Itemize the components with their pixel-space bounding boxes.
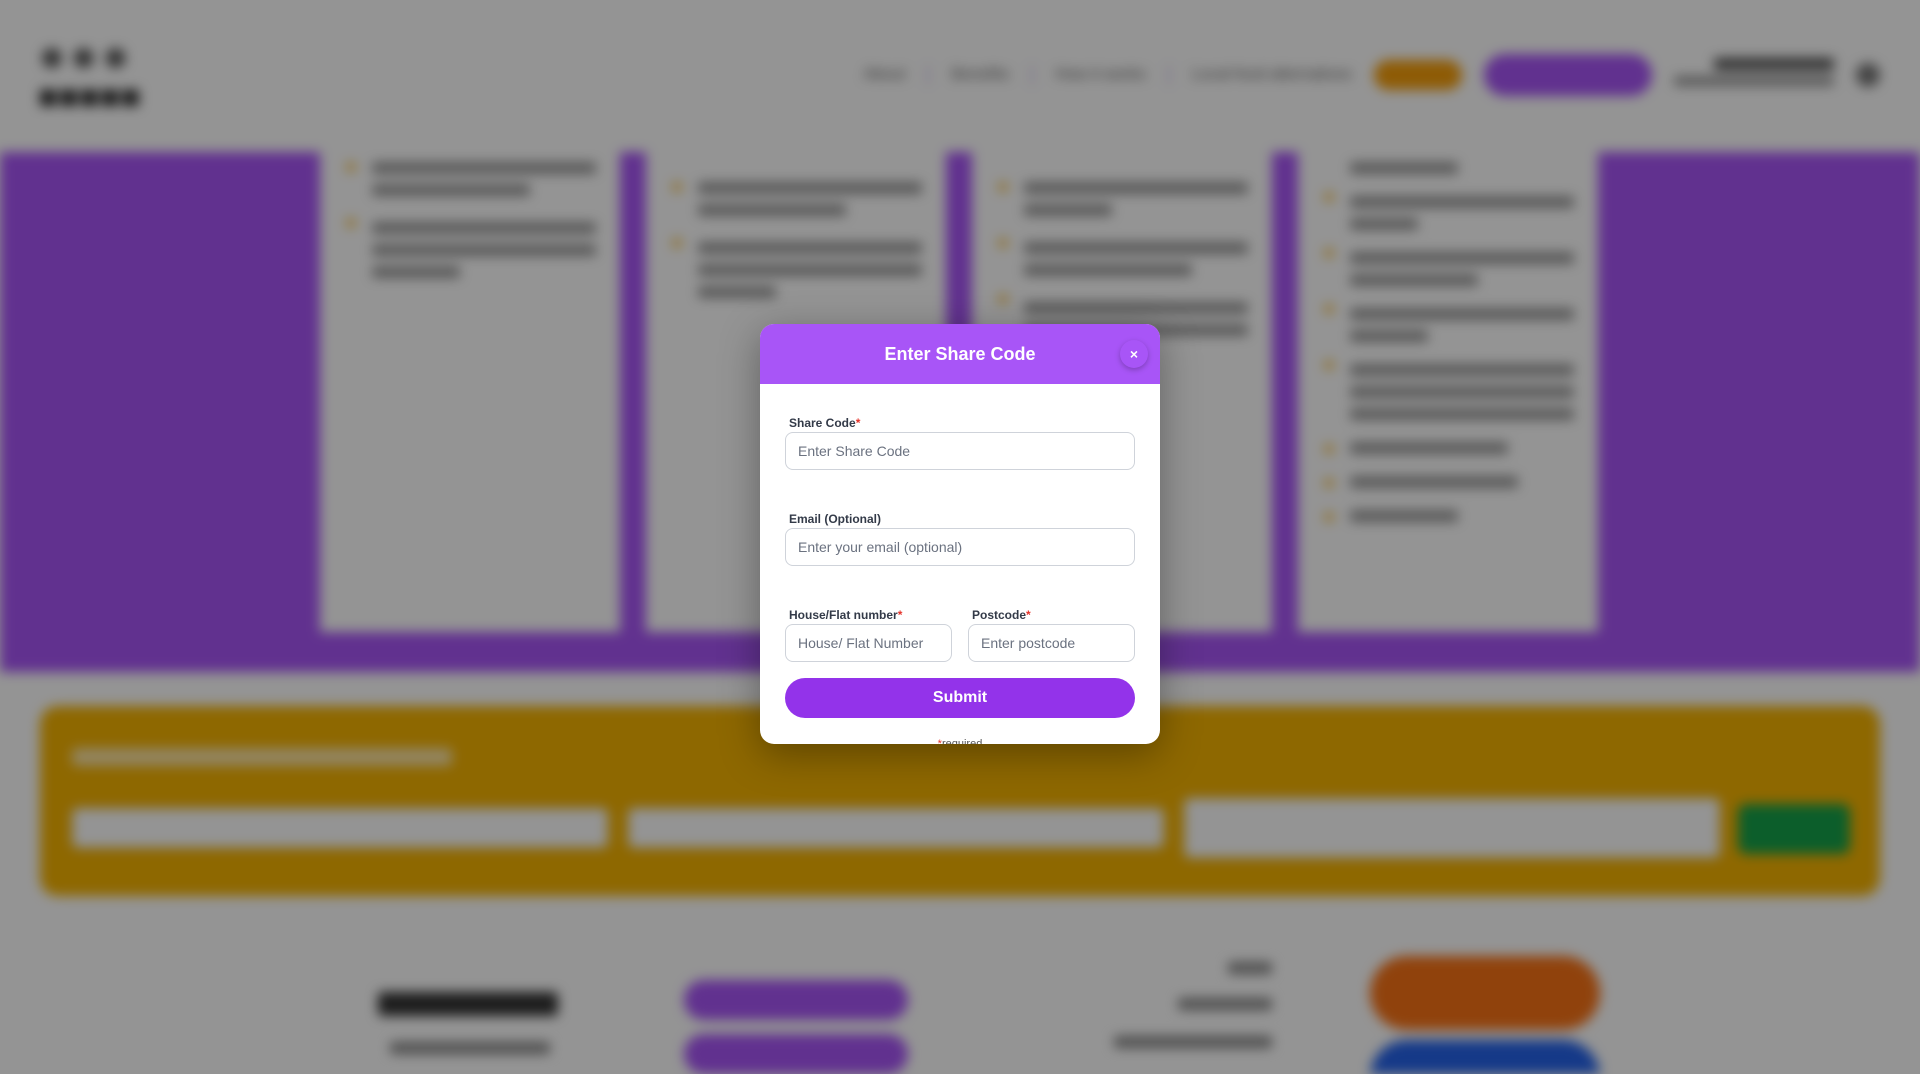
- house-field: House/Flat number*: [785, 606, 952, 662]
- modal-header: Enter Share Code ×: [760, 324, 1160, 384]
- required-note: *required: [937, 738, 983, 744]
- share-code-label: Share Code*: [789, 416, 861, 430]
- modal-form: Share Code* Email (Optional) House/Flat …: [760, 384, 1160, 744]
- postcode-input[interactable]: [968, 624, 1135, 662]
- modal-title: Enter Share Code: [884, 343, 1036, 364]
- address-row: House/Flat number* Postcode*: [785, 566, 1135, 662]
- email-field: Email (Optional): [785, 470, 1135, 566]
- share-code-field: Share Code*: [785, 384, 1135, 470]
- house-input[interactable]: [785, 624, 952, 662]
- close-button[interactable]: ×: [1120, 340, 1148, 368]
- postcode-field: Postcode*: [968, 606, 1135, 662]
- close-icon: ×: [1129, 346, 1139, 362]
- submit-button[interactable]: Submit: [785, 678, 1135, 718]
- postcode-label: Postcode*: [972, 608, 1031, 622]
- required-mark: *: [855, 416, 861, 430]
- required-mark: *: [897, 608, 903, 622]
- email-label: Email (Optional): [789, 512, 882, 526]
- email-input[interactable]: [785, 528, 1135, 566]
- required-mark: *: [1026, 608, 1031, 622]
- share-code-input[interactable]: [785, 432, 1135, 470]
- house-label: House/Flat number*: [789, 608, 903, 622]
- share-code-modal: Enter Share Code × Share Code* Email (Op…: [760, 324, 1160, 744]
